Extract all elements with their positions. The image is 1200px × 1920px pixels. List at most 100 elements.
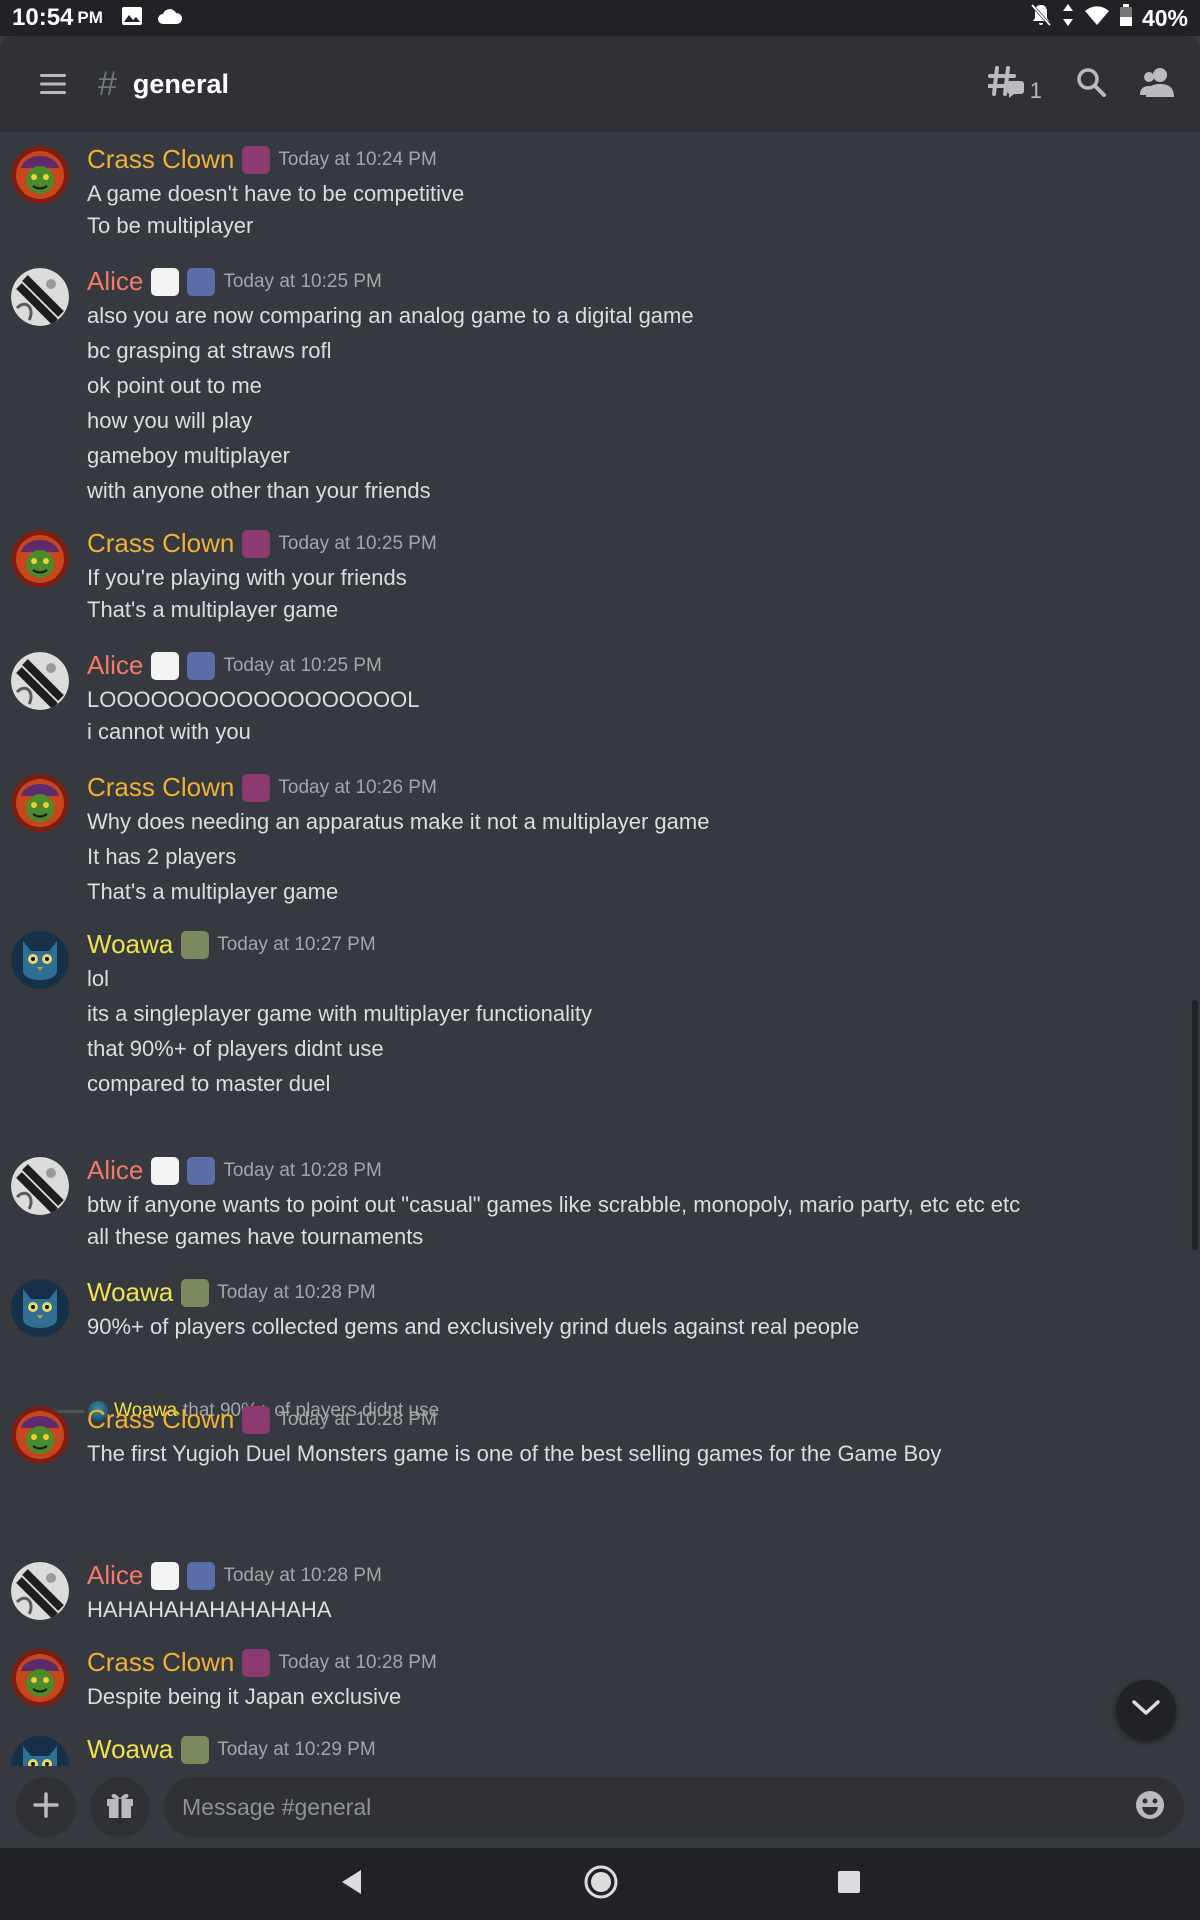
message-content: That's a multiplayer game bbox=[87, 597, 339, 622]
username[interactable]: Woawa bbox=[87, 929, 173, 960]
message-header: Crass Clown Today at 10:25 PM bbox=[87, 528, 437, 559]
role-badge-icon[interactable] bbox=[242, 773, 271, 802]
menu-icon[interactable] bbox=[26, 57, 80, 111]
avatar[interactable] bbox=[11, 1279, 69, 1337]
role-badge-icon[interactable] bbox=[242, 145, 271, 174]
username[interactable]: Woawa bbox=[87, 1277, 173, 1308]
username[interactable]: Crass Clown bbox=[87, 144, 234, 175]
message-header: Alice Today at 10:25 PM bbox=[87, 266, 382, 297]
username[interactable]: Crass Clown bbox=[87, 1404, 234, 1435]
role-badge-icon[interactable] bbox=[151, 651, 180, 680]
role-badge-icon[interactable] bbox=[187, 1156, 216, 1185]
username[interactable]: Alice bbox=[87, 650, 143, 681]
message-content: Despite being it Japan exclusive bbox=[87, 1684, 402, 1709]
avatar[interactable] bbox=[11, 1406, 69, 1464]
message-content: with anyone other than your friends bbox=[87, 478, 431, 503]
username[interactable]: Alice bbox=[87, 1155, 143, 1186]
battery-level: 40% bbox=[1141, 4, 1188, 31]
threads-icon bbox=[986, 64, 1026, 104]
members-icon[interactable] bbox=[1140, 67, 1174, 102]
message-content: bc grasping at straws rofl bbox=[87, 338, 332, 363]
role-badge-icon[interactable] bbox=[151, 1156, 180, 1185]
avatar[interactable] bbox=[11, 1562, 69, 1620]
message-header: Alice Today at 10:25 PM bbox=[87, 650, 382, 681]
recents-icon[interactable] bbox=[837, 1870, 861, 1899]
status-time: 10:54 bbox=[12, 4, 74, 31]
role-badge-icon[interactable] bbox=[187, 267, 216, 296]
emoji-icon[interactable] bbox=[1134, 1789, 1166, 1826]
message-content: ok point out to me bbox=[87, 373, 262, 398]
message-content: all these games have tournaments bbox=[87, 1224, 424, 1249]
gallery-icon bbox=[121, 6, 143, 31]
message-header: Crass Clown Today at 10:24 PM bbox=[87, 144, 437, 175]
role-badge-icon[interactable] bbox=[242, 1648, 271, 1677]
username[interactable]: Crass Clown bbox=[87, 772, 234, 803]
message-input[interactable]: Message #general bbox=[164, 1777, 1184, 1837]
chevron-down-icon bbox=[1131, 1699, 1161, 1722]
back-icon[interactable] bbox=[339, 1868, 365, 1901]
message-content: A game doesn't have to be competitive bbox=[87, 181, 465, 206]
role-badge-icon[interactable] bbox=[181, 930, 210, 959]
role-badge-icon[interactable] bbox=[181, 1735, 210, 1764]
avatar[interactable] bbox=[11, 1157, 69, 1215]
avatar[interactable] bbox=[11, 1736, 69, 1766]
timestamp: Today at 10:27 PM bbox=[217, 933, 376, 955]
role-badge-icon[interactable] bbox=[181, 1278, 210, 1307]
avatar[interactable] bbox=[11, 1649, 69, 1707]
username[interactable]: Alice bbox=[87, 1560, 143, 1591]
role-badge-icon[interactable] bbox=[187, 651, 216, 680]
avatar[interactable] bbox=[11, 146, 69, 204]
message-content: Why does needing an apparatus make it no… bbox=[87, 809, 710, 834]
avatar[interactable] bbox=[11, 530, 69, 588]
attach-button[interactable] bbox=[16, 1777, 76, 1837]
jump-to-present-button[interactable] bbox=[1116, 1680, 1176, 1740]
avatar[interactable] bbox=[11, 268, 69, 326]
timestamp: Today at 10:28 PM bbox=[223, 1159, 382, 1181]
avatar[interactable] bbox=[11, 652, 69, 710]
gift-icon bbox=[105, 1790, 135, 1825]
avatar[interactable] bbox=[11, 931, 69, 989]
message-input-placeholder: Message #general bbox=[182, 1793, 372, 1820]
username[interactable]: Crass Clown bbox=[87, 1647, 234, 1678]
message-header: Alice Today at 10:28 PM bbox=[87, 1155, 382, 1186]
home-icon[interactable] bbox=[584, 1865, 618, 1904]
channel-name: general bbox=[132, 68, 229, 99]
timestamp: Today at 10:26 PM bbox=[278, 776, 437, 798]
username[interactable]: Woawa bbox=[87, 1734, 173, 1765]
threads-button[interactable]: 1 bbox=[986, 64, 1042, 104]
username[interactable]: Alice bbox=[87, 266, 143, 297]
role-badge-icon[interactable] bbox=[242, 529, 271, 558]
search-icon[interactable] bbox=[1076, 67, 1106, 102]
message-content: That's a multiplayer game bbox=[87, 879, 339, 904]
message-list[interactable]: Crass Clown Today at 10:24 PM A game doesn… bbox=[0, 132, 1200, 1766]
wifi-icon bbox=[1084, 5, 1110, 32]
channel-hash-icon: # bbox=[98, 64, 117, 103]
timestamp: Today at 10:29 PM bbox=[217, 1738, 376, 1760]
message-content: that 90%+ of players didnt use bbox=[87, 1036, 384, 1061]
message-content: also you are now comparing an analog gam… bbox=[87, 303, 694, 328]
message-content: i cannot with you bbox=[87, 719, 251, 744]
gift-button[interactable] bbox=[90, 1777, 150, 1837]
message-header: Crass Clown Today at 10:28 PM bbox=[87, 1404, 437, 1435]
role-badge-icon[interactable] bbox=[242, 1405, 271, 1434]
role-badge-icon[interactable] bbox=[151, 1561, 180, 1590]
message-header: Woawa Today at 10:27 PM bbox=[87, 929, 376, 960]
message-header: Woawa Today at 10:28 PM bbox=[87, 1277, 376, 1308]
channel-header: # general 1 bbox=[0, 36, 1200, 132]
message-content: LOOOOOOOOOOOOOOOOOOL bbox=[87, 687, 420, 712]
role-badge-icon[interactable] bbox=[151, 267, 180, 296]
mute-icon bbox=[1030, 3, 1052, 33]
system-nav-bar bbox=[0, 1848, 1200, 1920]
timestamp: Today at 10:28 PM bbox=[223, 1564, 382, 1586]
message-content: The first Yugioh Duel Monsters game is o… bbox=[87, 1441, 942, 1466]
username[interactable]: Crass Clown bbox=[87, 528, 234, 559]
role-badge-icon[interactable] bbox=[187, 1561, 216, 1590]
message-content: how you will play bbox=[87, 408, 253, 433]
message-content: its a singleplayer game with multiplayer… bbox=[87, 1001, 593, 1026]
message-content: 90%+ of players collected gems and exclu… bbox=[87, 1314, 860, 1339]
avatar[interactable] bbox=[11, 774, 69, 832]
timestamp: Today at 10:28 PM bbox=[278, 1408, 437, 1430]
scrollbar[interactable] bbox=[1192, 1000, 1198, 1250]
plus-icon bbox=[33, 1791, 59, 1823]
message-content: lol bbox=[87, 966, 110, 991]
